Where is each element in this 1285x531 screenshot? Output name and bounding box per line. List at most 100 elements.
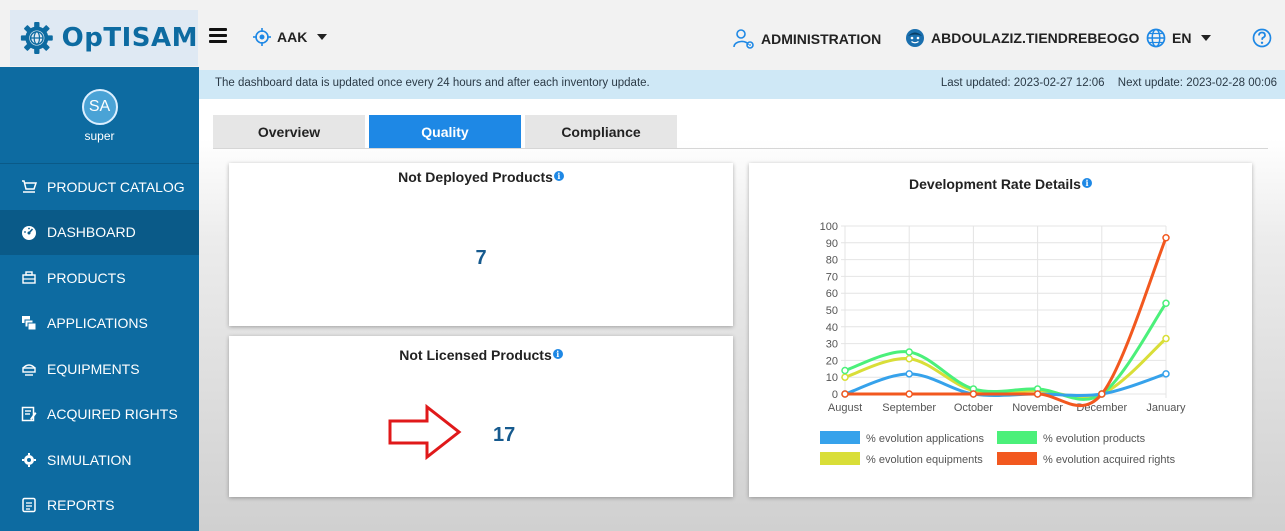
dashboard-tabs: Overview Quality Compliance <box>213 115 681 149</box>
language-label: EN <box>1172 30 1192 46</box>
data-point <box>1162 234 1170 242</box>
card-title-text: Not Deployed Products <box>398 169 553 185</box>
y-tick-label: 60 <box>826 288 838 300</box>
card-title-text: Not Licensed Products <box>399 347 552 363</box>
user-settings-icon <box>733 29 754 49</box>
sidebar-item-label: EQUIPMENTS <box>47 360 140 377</box>
profile-name: super <box>84 129 115 143</box>
x-tick-label: November <box>1012 402 1063 414</box>
data-point <box>905 354 913 363</box>
x-tick-label: October <box>954 402 993 414</box>
user-menu[interactable]: ABDOULAZIZ.TIENDREBEOGO <box>905 28 1139 48</box>
applications-icon <box>20 314 38 332</box>
next-update: Next update: 2023-02-28 00:06 <box>1117 77 1277 89</box>
avatar[interactable]: SA <box>81 89 118 125</box>
tab-overview[interactable]: Overview <box>213 115 365 149</box>
development-rate-card: Development Rate Details i 0 10 20 30 40 50 60 7… <box>749 163 1252 497</box>
sidebar-item-products[interactable]: PRODUCTS <box>0 255 199 301</box>
entity-selector[interactable]: AAK <box>253 28 328 46</box>
gear-globe-icon <box>20 22 53 54</box>
sidebar: SA super PRODUCT CATALOG DASHBOARD PRODU… <box>0 67 199 531</box>
update-info-bar: The dashboard data is updated once every… <box>199 70 1285 99</box>
tab-compliance[interactable]: Compliance <box>525 115 677 149</box>
data-point <box>1162 370 1170 378</box>
data-point <box>905 348 913 356</box>
chevron-down-icon <box>1201 35 1212 41</box>
not-licensed-card: Not Licensed Products i 17 <box>229 336 733 497</box>
legend-label: % evolution equipments <box>866 454 983 466</box>
red-arrow-annotation <box>388 403 462 461</box>
last-updated: Last updated: 2023-02-27 12:06 <box>940 77 1105 89</box>
chevron-down-icon <box>317 34 328 40</box>
data-point <box>841 373 849 381</box>
tab-quality[interactable]: Quality <box>369 115 521 149</box>
x-tick-label: January <box>1146 402 1186 414</box>
globe-icon <box>1146 28 1166 48</box>
help-circle-icon[interactable] <box>1252 28 1272 48</box>
main-content: Overview Quality Compliance Not Deployed… <box>199 99 1285 531</box>
legend-label: % evolution acquired rights <box>1043 454 1176 466</box>
sidebar-item-product-catalog[interactable]: PRODUCT CATALOG <box>0 164 199 210</box>
y-tick-label: 30 <box>826 339 838 351</box>
user-name: ABDOULAZIZ.TIENDREBEOGO <box>931 30 1140 46</box>
data-point <box>841 390 849 398</box>
update-notice: The dashboard data is updated once every… <box>215 77 650 89</box>
reports-icon <box>20 496 38 514</box>
sidebar-item-label: REPORTS <box>47 497 115 514</box>
data-point <box>905 390 913 398</box>
legend-label: % evolution products <box>1043 433 1146 445</box>
menu-toggle-icon[interactable] <box>209 28 227 44</box>
y-tick-label: 20 <box>826 355 838 367</box>
y-tick-label: 0 <box>832 389 838 401</box>
sidebar-item-label: PRODUCTS <box>47 269 126 286</box>
data-point <box>1098 390 1106 398</box>
card-title: Not Licensed Products i <box>229 347 733 363</box>
data-point <box>841 366 849 375</box>
tab-divider <box>213 148 1268 149</box>
legend-swatch <box>820 452 860 465</box>
sidebar-item-label: PRODUCT CATALOG <box>47 178 185 195</box>
administration-menu[interactable]: ADMINISTRATION <box>733 28 881 50</box>
language-selector[interactable]: EN <box>1146 28 1212 48</box>
sidebar-item-acquired-rights[interactable]: ACQUIRED RIGHTS <box>0 392 199 438</box>
dashboard-gauge-icon <box>20 223 38 241</box>
sidebar-item-dashboard[interactable]: DASHBOARD <box>0 209 199 255</box>
not-licensed-value[interactable]: 17 <box>493 424 515 447</box>
app-root: OpTISAM AAK ADMINISTRATION ABDOULAZIZ.TI… <box>0 0 1285 531</box>
target-icon <box>253 28 271 46</box>
not-deployed-card: Not Deployed Products i 7 <box>229 163 733 326</box>
x-tick-label: August <box>828 402 862 414</box>
equipments-icon <box>20 360 38 378</box>
y-tick-label: 50 <box>826 305 838 317</box>
administration-label: ADMINISTRATION <box>761 31 882 47</box>
legend-swatch <box>820 431 860 444</box>
x-tick-label: September <box>882 402 936 414</box>
sidebar-item-label: SIMULATION <box>47 451 132 468</box>
sidebar-item-simulation[interactable]: SIMULATION <box>0 437 199 483</box>
not-deployed-value[interactable]: 7 <box>229 247 733 270</box>
sidebar-item-equipments[interactable]: EQUIPMENTS <box>0 346 199 392</box>
y-tick-label: 80 <box>826 255 838 267</box>
simulation-icon <box>20 451 38 469</box>
products-icon <box>20 269 38 287</box>
card-title: Not Deployed Products i <box>229 169 733 185</box>
y-tick-label: 70 <box>826 271 838 283</box>
brand-logo[interactable]: OpTISAM <box>10 10 198 66</box>
series-line <box>845 237 1168 407</box>
top-bar: OpTISAM AAK ADMINISTRATION ABDOULAZIZ.TI… <box>0 0 1285 70</box>
data-point <box>969 390 978 398</box>
legend-swatch <box>997 431 1037 444</box>
y-tick-label: 40 <box>826 322 838 334</box>
sidebar-item-applications[interactable]: APPLICATIONS <box>0 301 199 347</box>
legend-swatch <box>997 452 1037 465</box>
entity-label: AAK <box>277 29 308 45</box>
data-point <box>1033 390 1042 398</box>
info-icon[interactable]: i <box>552 349 563 359</box>
profile-section: SA super <box>0 67 199 164</box>
info-icon[interactable]: i <box>553 171 564 181</box>
brand-name: OpTISAM <box>61 23 198 53</box>
legend-label: % evolution applications <box>866 433 985 445</box>
development-rate-chart[interactable]: 0 10 20 30 40 50 60 70 80 90 100 August September Oct… <box>749 163 1252 497</box>
sidebar-item-reports[interactable]: REPORTS <box>0 483 199 529</box>
sidebar-item-label: APPLICATIONS <box>47 315 148 332</box>
